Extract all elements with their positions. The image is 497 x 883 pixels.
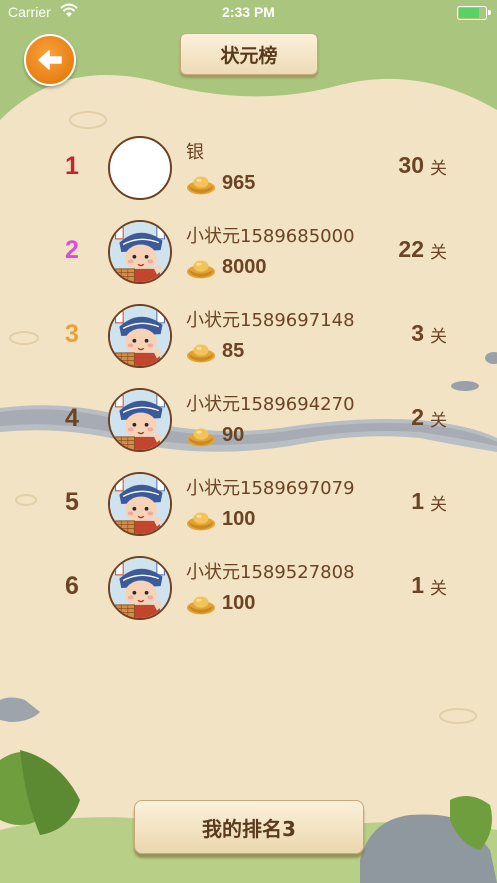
- page-title: 状元榜: [180, 33, 318, 75]
- coin-amount: 965: [222, 172, 256, 194]
- level-unit: 关: [430, 159, 447, 179]
- rank-number: 5: [65, 488, 79, 516]
- level-count: 1: [411, 572, 424, 598]
- rank-number: 6: [65, 572, 79, 600]
- level-unit: 关: [430, 411, 447, 431]
- player-name: 小状元1589685000: [186, 226, 355, 247]
- rank-number: 2: [65, 236, 79, 264]
- player-name: 小状元1589527808: [186, 562, 355, 583]
- back-arrow-icon: [38, 50, 62, 70]
- ranking-row[interactable]: 5 小状元1589697079 100 1 关: [0, 472, 497, 542]
- leaderboard-screen: Carrier 2:33 PM 状元榜 1 银 965 30 关 2 小状元15…: [0, 0, 497, 883]
- level-unit: 关: [430, 327, 447, 347]
- level-count: 2: [411, 404, 424, 430]
- rank-number: 1: [65, 152, 79, 180]
- avatar: [108, 388, 172, 452]
- my-rank-label: 我的排名3: [202, 816, 296, 841]
- back-button[interactable]: [24, 34, 76, 86]
- player-name: 小状元1589697079: [186, 478, 355, 499]
- rank-number: 3: [65, 320, 79, 348]
- player-name: 银: [186, 142, 204, 163]
- battery-icon: [457, 6, 491, 20]
- clock-label: 2:33 PM: [222, 4, 275, 20]
- my-rank-button[interactable]: 我的排名3: [134, 800, 364, 854]
- gold-ingot-icon: [186, 424, 216, 452]
- coin-amount: 100: [222, 592, 256, 614]
- ranking-row[interactable]: 1 银 965 30 关: [0, 136, 497, 206]
- avatar: [108, 220, 172, 284]
- rank-number: 4: [65, 404, 79, 432]
- level-count: 30: [398, 152, 424, 178]
- level-count: 22: [398, 236, 424, 262]
- avatar: [108, 556, 172, 620]
- ranking-row[interactable]: 4 小状元1589694270 90 2 关: [0, 388, 497, 458]
- status-bar: Carrier 2:33 PM: [0, 0, 497, 26]
- gold-ingot-icon: [186, 340, 216, 368]
- level-unit: 关: [430, 495, 447, 515]
- coin-amount: 90: [222, 424, 245, 446]
- coin-amount: 85: [222, 340, 245, 362]
- gold-ingot-icon: [186, 592, 216, 620]
- gold-ingot-icon: [186, 172, 216, 200]
- gold-ingot-icon: [186, 256, 216, 284]
- page-title-text: 状元榜: [220, 44, 278, 67]
- level-count: 3: [411, 320, 424, 346]
- level-count: 1: [411, 488, 424, 514]
- gold-ingot-icon: [186, 508, 216, 536]
- coin-amount: 100: [222, 508, 256, 530]
- ranking-row[interactable]: 2 小状元1589685000 8000 22 关: [0, 220, 497, 290]
- level-unit: 关: [430, 243, 447, 263]
- coin-amount: 8000: [222, 256, 267, 278]
- ranking-row[interactable]: 3 小状元1589697148 85 3 关: [0, 304, 497, 374]
- avatar: [108, 472, 172, 536]
- level-unit: 关: [430, 579, 447, 599]
- ranking-row[interactable]: 6 小状元1589527808 100 1 关: [0, 556, 497, 626]
- player-name: 小状元1589697148: [186, 310, 355, 331]
- player-name: 小状元1589694270: [186, 394, 355, 415]
- avatar: [108, 304, 172, 368]
- avatar: [108, 136, 172, 200]
